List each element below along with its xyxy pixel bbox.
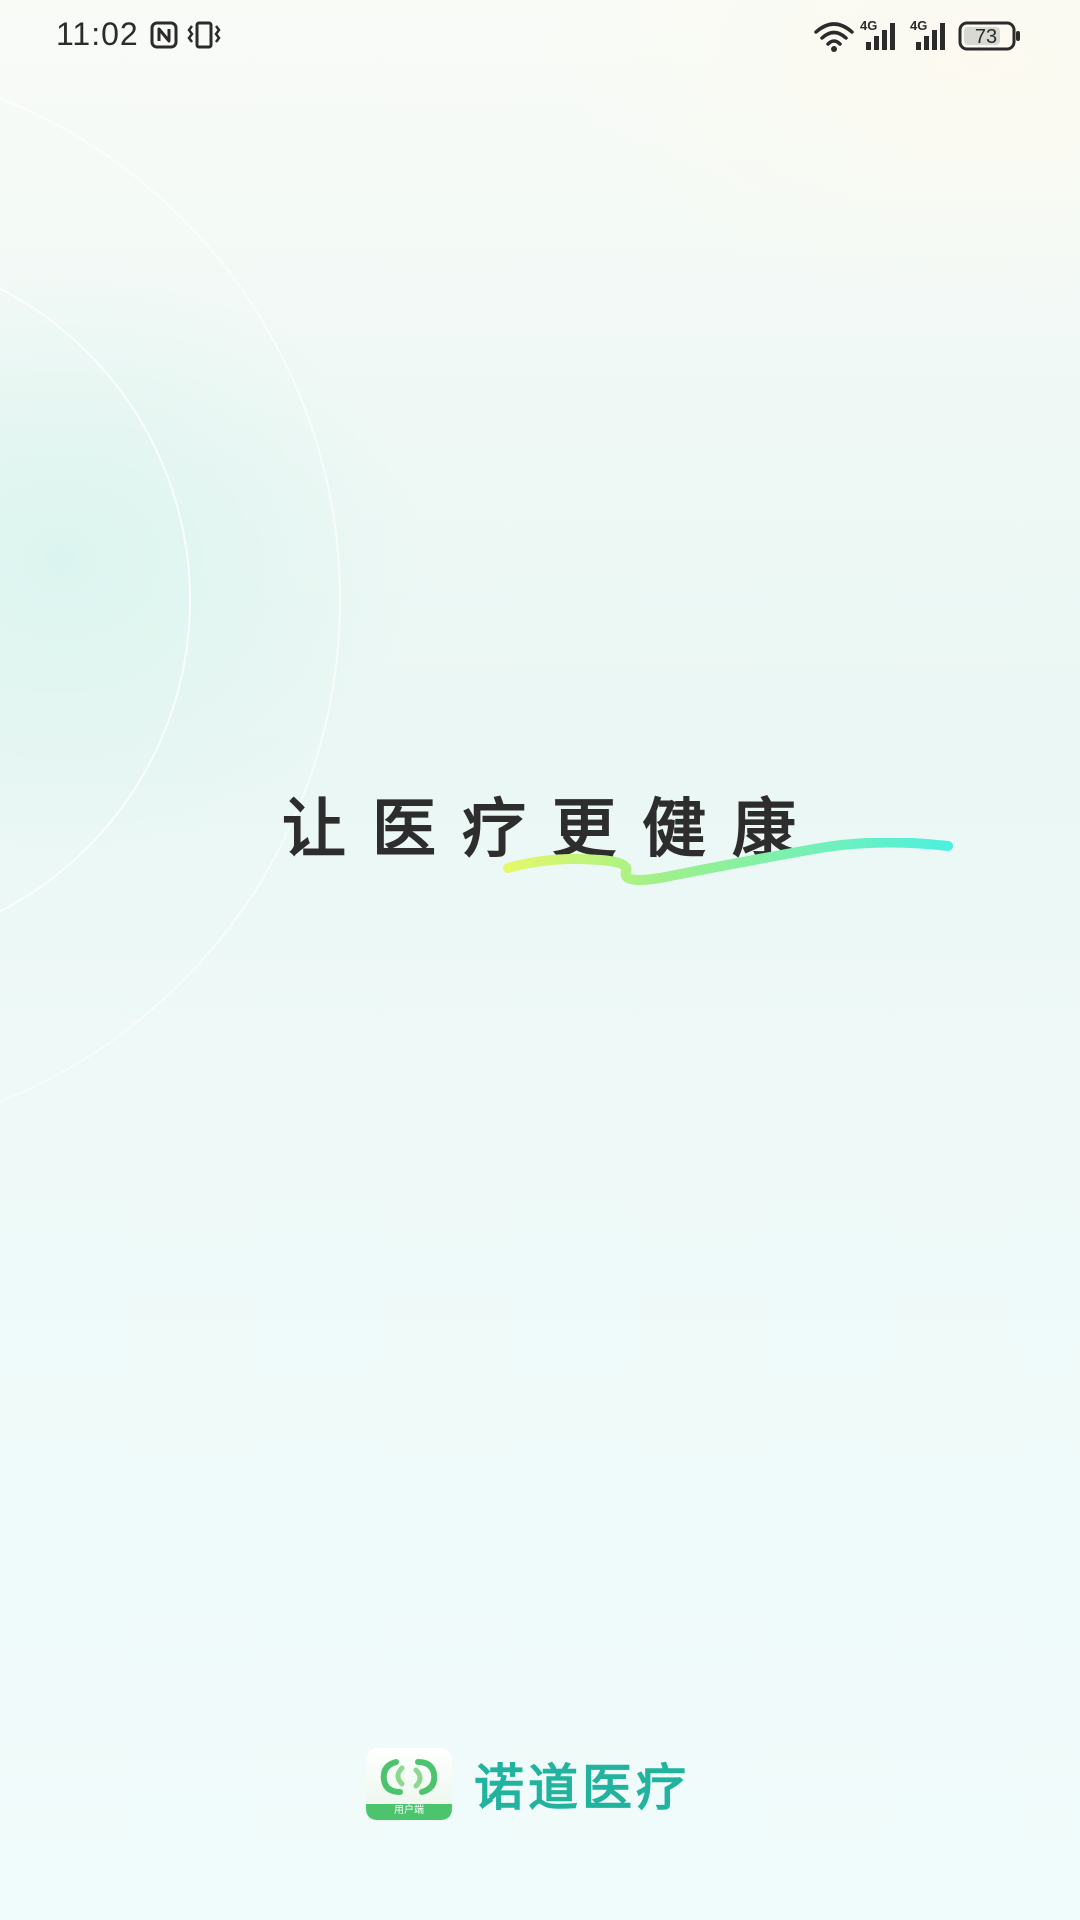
brand-name: 诺道医疗 — [474, 1759, 690, 1817]
vibrate-icon — [187, 21, 221, 49]
logo-caption: 用户端 — [394, 1805, 424, 1816]
battery-icon: 73 — [958, 21, 1020, 51]
slogan-underline-swoosh — [503, 838, 953, 885]
svg-text:4G: 4G — [860, 18, 877, 33]
slogan-section: 让医疗更健康 — [0, 782, 1080, 902]
brand-footer: 用户端 诺道医疗 — [366, 1746, 690, 1822]
signal-4g-icon: 4G — [910, 18, 945, 50]
splash-background — [0, 0, 1080, 1920]
wifi-icon — [814, 22, 854, 52]
decorative-circles — [0, 97, 341, 1103]
status-bar: 11:02 4G 4G 73 — [0, 0, 1080, 72]
status-time: 11:02 — [56, 16, 139, 52]
svg-text:4G: 4G — [910, 18, 927, 33]
nfc-icon — [150, 21, 178, 49]
background-glow — [0, 0, 1080, 1920]
signal-4g-icon: 4G — [860, 18, 895, 50]
app-logo: 用户端 — [366, 1748, 452, 1820]
battery-level: 73 — [975, 26, 997, 48]
